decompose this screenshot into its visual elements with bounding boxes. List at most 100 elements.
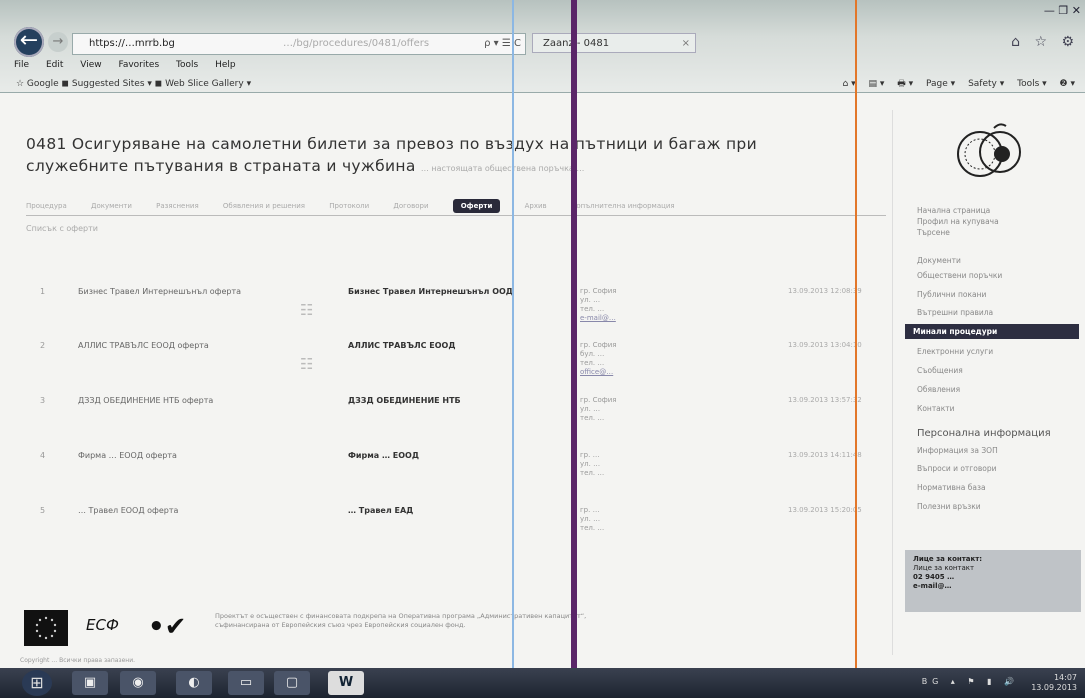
close-tab-icon[interactable]: × — [682, 34, 690, 54]
forward-arrow-icon[interactable]: → — [48, 32, 68, 52]
back-arrow-icon[interactable]: ← — [14, 27, 44, 57]
tab-archive[interactable]: Архив — [525, 202, 547, 210]
cmd-print[interactable]: 🖶 ▾ — [897, 79, 913, 89]
address-bar[interactable]: https://…mrrb.bg …/bg/procedures/0481/of… — [72, 33, 526, 55]
offers-section-label: Списък с оферти — [26, 224, 98, 233]
start-button[interactable]: ⊞ — [22, 670, 52, 696]
page-title-text: 0481 Осигуряване на самолетни билети за … — [26, 135, 757, 175]
menu-help[interactable]: Help — [215, 60, 236, 70]
cmd-safety[interactable]: Safety ▾ — [968, 79, 1004, 89]
offer-contact: гр. София ул. … тел. … — [580, 396, 617, 423]
offer-contact: гр. … ул. … тел. … — [580, 451, 604, 478]
tab-notices[interactable]: Обявления и решения — [223, 202, 305, 210]
sidebar-item-faq[interactable]: Въпроси и отговори — [917, 464, 996, 473]
cmd-feeds[interactable]: ▤ ▾ — [869, 79, 885, 89]
offer-link[interactable]: АЛЛИС ТРАВЪЛС ЕООД оферта — [78, 341, 209, 350]
taskbar-app-media[interactable]: ◐ — [176, 671, 212, 695]
contact-email[interactable]: e-mail@… — [913, 582, 951, 590]
taskbar-app-word[interactable]: W — [328, 671, 364, 695]
contact-line: тел. … — [580, 414, 605, 422]
sidebar-item-zop-info[interactable]: Информация за ЗОП — [917, 446, 998, 455]
contact-line: ул. … — [580, 515, 601, 523]
tab-additional-info[interactable]: Допълнителна информация — [571, 202, 675, 210]
contact-line: гр. … — [580, 451, 600, 459]
home-favorites-settings-icons[interactable]: ⌂ ☆ ⚙ — [1011, 34, 1079, 50]
tray-icons[interactable]: BG ▴ ⚑ ▮ 🔊 — [922, 677, 1019, 687]
tab-clarifications[interactable]: Разяснения — [156, 202, 199, 210]
menu-bar: File Edit View Favorites Tools Help — [0, 58, 1085, 72]
screen-line-blue — [512, 0, 514, 668]
cmd-home[interactable]: ⌂ ▾ — [843, 79, 856, 89]
offer-company: ДЗЗД ОБЕДИНЕНИЕ НТБ — [348, 396, 461, 405]
offer-contact: гр. София ул. … тел. … e-mail@… — [580, 287, 617, 323]
contact-line: гр. София — [580, 341, 617, 349]
offer-company: … Травел ЕАД — [348, 506, 414, 515]
taskbar-app-explorer[interactable]: ▣ — [72, 671, 108, 695]
taskbar: ⊞ ▣ ◉ ◐ ▭ ▢ W BG ▴ ⚑ ▮ 🔊 14:07 13.09.201… — [0, 668, 1085, 698]
sidebar-item-home[interactable]: Начална страница — [917, 206, 990, 215]
contact-email-link[interactable]: office@… — [580, 368, 613, 376]
address-url: https://…mrrb.bg — [89, 38, 175, 49]
menu-tools[interactable]: Tools — [176, 60, 198, 70]
sidebar-item-documents[interactable]: Документи — [917, 256, 961, 265]
taskbar-app-blank[interactable]: ▢ — [274, 671, 310, 695]
sidebar-item-contacts[interactable]: Контакти — [917, 404, 955, 413]
menu-favorites[interactable]: Favorites — [118, 60, 159, 70]
sidebar-item-invitations[interactable]: Публични покани — [917, 290, 986, 299]
sidebar-item-past-procedures[interactable]: Минали процедури — [905, 324, 1079, 339]
contact-line: тел. … — [580, 524, 605, 532]
cmd-tools[interactable]: Tools ▾ — [1017, 79, 1047, 89]
sidebar-item-useful-links[interactable]: Полезни връзки — [917, 502, 981, 511]
clock-time[interactable]: 14:07 — [1054, 673, 1077, 682]
offer-date: 13.09.2013 12:08:39 — [788, 287, 862, 295]
table-row: 1 Бизнес Травел Интернешънъл оферта ☷ Би… — [0, 287, 890, 327]
offer-link[interactable]: … Травел ЕООД оферта — [78, 506, 178, 515]
browser-chrome: ← → https://…mrrb.bg …/bg/procedures/048… — [0, 0, 1085, 93]
menu-edit[interactable]: Edit — [46, 60, 63, 70]
menu-view[interactable]: View — [80, 60, 101, 70]
document-icon: ☷ — [300, 355, 314, 373]
sidebar-item-procurements[interactable]: Обществени поръчки — [917, 271, 1002, 280]
contact-line: тел. … — [580, 469, 605, 477]
offer-link[interactable]: ДЗЗД ОБЕДИНЕНИЕ НТБ оферта — [78, 396, 213, 405]
clock-date[interactable]: 13.09.2013 — [1031, 683, 1077, 692]
sidebar-item-search[interactable]: Търсене — [917, 228, 950, 237]
address-controls[interactable]: ρ ▾ ☰ C — [484, 34, 521, 54]
sidebar-item-messages[interactable]: Съобщения — [917, 366, 963, 375]
tab-procedure[interactable]: Процедура — [26, 202, 67, 210]
menu-file[interactable]: File — [14, 60, 29, 70]
offer-link[interactable]: Бизнес Травел Интернешънъл оферта — [78, 287, 241, 296]
program-check-logo: •✔ — [148, 612, 187, 642]
offer-company: АЛЛИС ТРАВЪЛС ЕООД — [348, 341, 456, 350]
sidebar-item-e-services[interactable]: Електронни услуги — [917, 347, 993, 356]
page-title: 0481 Осигуряване на самолетни билети за … — [26, 133, 786, 180]
taskbar-app-ie[interactable]: ◉ — [120, 671, 156, 695]
cmd-page[interactable]: Page ▾ — [926, 79, 955, 89]
sidebar-active-label: Минали процедури — [913, 327, 998, 336]
sidebar-item-buyer-profile[interactable]: Профил на купувача — [917, 217, 999, 226]
table-row: 5 … Травел ЕООД оферта … Травел ЕАД гр. … — [0, 506, 890, 546]
sidebar-item-rules[interactable]: Вътрешни правила — [917, 308, 993, 317]
favorites-links[interactable]: ☆ Google ◼ Suggested Sites ▾ ◼ Web Slice… — [16, 76, 251, 92]
tab-protocols[interactable]: Протоколи — [329, 202, 369, 210]
tab-documents[interactable]: Документи — [91, 202, 132, 210]
browser-tab[interactable]: Zaanz - 0481 × — [532, 33, 696, 53]
offer-date: 13.09.2013 13:57:32 — [788, 396, 862, 404]
taskbar-app-window[interactable]: ▭ — [228, 671, 264, 695]
offer-link[interactable]: Фирма … ЕООД оферта — [78, 451, 177, 460]
sidebar-item-notices[interactable]: Обявления — [917, 385, 960, 394]
tab-contracts[interactable]: Договори — [393, 202, 428, 210]
cmd-help[interactable]: ❷ ▾ — [1060, 79, 1075, 89]
table-row: 4 Фирма … ЕООД оферта Фирма … ЕООД гр. …… — [0, 451, 890, 491]
offer-number: 4 — [40, 451, 46, 460]
tab-offers[interactable]: Оферти — [452, 199, 501, 213]
offer-contact: гр. София бул. … тел. … office@… — [580, 341, 617, 377]
sidebar-item-legal[interactable]: Нормативна база — [917, 483, 986, 492]
esf-logo: ЕСФ — [86, 616, 119, 634]
offer-number: 2 — [40, 341, 46, 350]
offer-date: 13.09.2013 15:20:05 — [788, 506, 862, 514]
contact-name: Лице за контакт — [913, 564, 975, 572]
window-controls[interactable]: — ❐ ✕ — [1044, 4, 1081, 17]
contact-line: тел. … — [580, 359, 605, 367]
contact-email-link[interactable]: e-mail@… — [580, 314, 616, 322]
